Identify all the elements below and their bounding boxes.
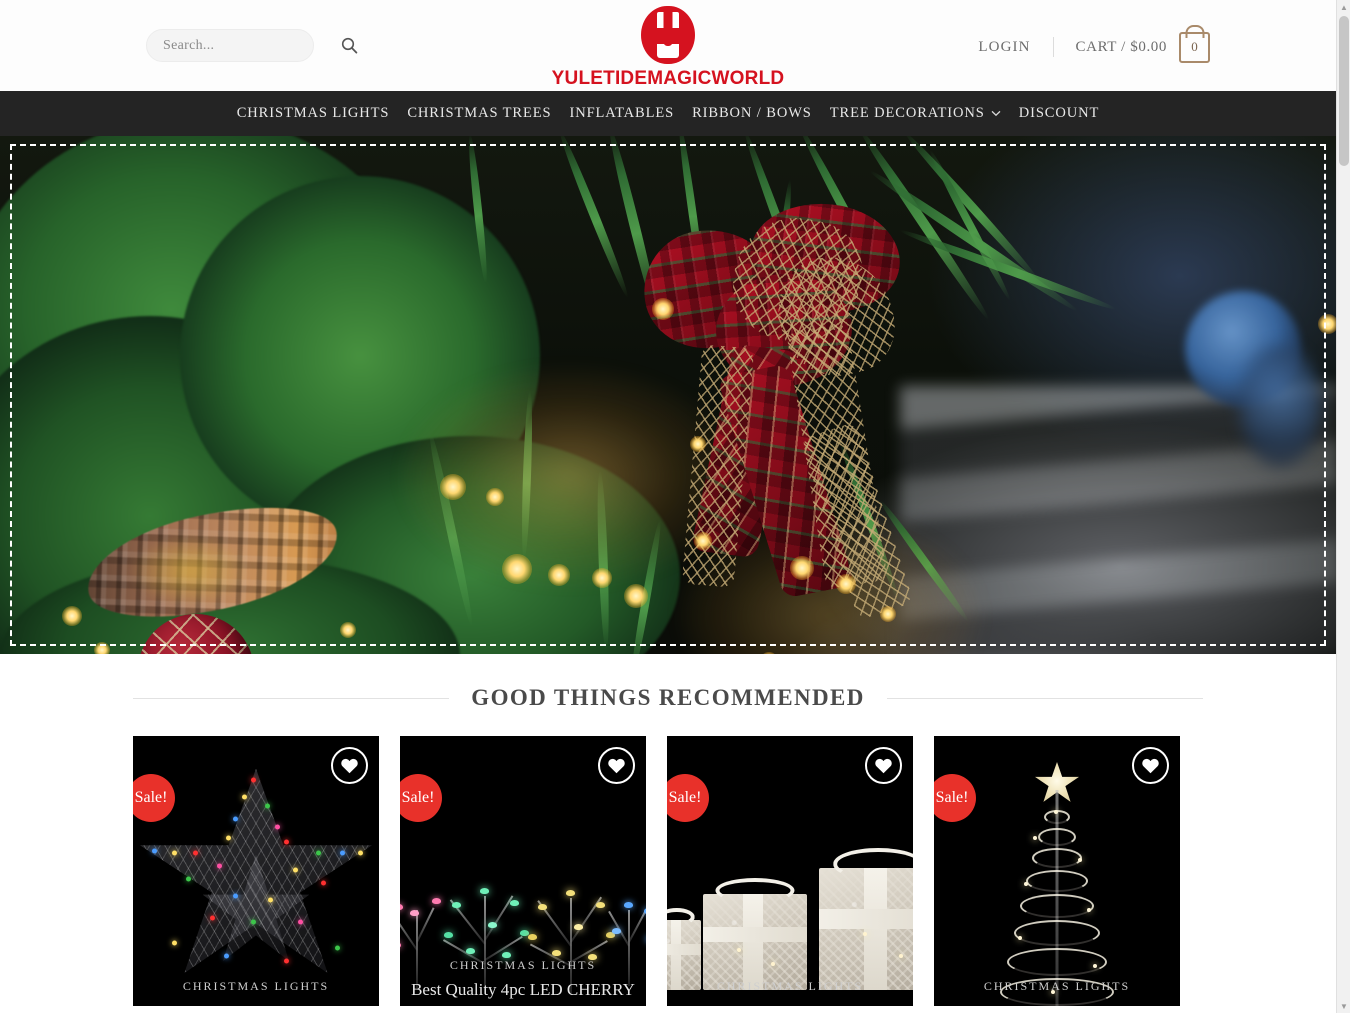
lit-star-art: [140, 768, 372, 984]
account-area: LOGIN CART / $0.00 0: [978, 30, 1210, 64]
nav-label: INFLATABLES: [569, 105, 675, 121]
scrollbar-thumb[interactable]: [1339, 16, 1349, 166]
product-category: CHRISTMAS LIGHTS: [182, 979, 330, 993]
product-category: CHRISTMAS LIGHTS: [983, 979, 1131, 993]
product-card[interactable]: Sale! CHRISTMAS LIGHTS: [133, 736, 379, 1006]
nav-item-discount[interactable]: DISCOUNT: [1010, 105, 1109, 122]
search-input[interactable]: [163, 37, 341, 54]
scroll-up-arrow-icon[interactable]: ▲: [1337, 0, 1350, 14]
nav-label: CHRISTMAS LIGHTS: [236, 105, 390, 121]
nav-label: RIBBON / BOWS: [692, 105, 812, 121]
nav-item-christmas-trees[interactable]: CHRISTMAS TREES: [398, 105, 560, 122]
nav-label: CHRISTMAS TREES: [407, 105, 552, 121]
logo-stem: [663, 12, 673, 46]
product-category: CHRISTMAS LIGHTS: [716, 979, 864, 993]
nav-label: TREE DECORATIONS: [829, 105, 985, 121]
chevron-down-icon: [991, 105, 1001, 122]
wishlist-heart-icon[interactable]: [1132, 747, 1169, 784]
wishlist-heart-icon[interactable]: [598, 747, 635, 784]
product-category: CHRISTMAS LIGHTS: [449, 958, 597, 972]
product-grid: Sale! CHRISTMAS LIGHTS Sale! CHRISTMAS L…: [133, 736, 1203, 1006]
heading-rule-left: [133, 697, 450, 699]
search-box[interactable]: [146, 29, 358, 62]
vertical-scrollbar[interactable]: ▲ ▼: [1336, 0, 1350, 1013]
nav-item-christmas-lights[interactable]: CHRISTMAS LIGHTS: [228, 105, 399, 122]
cherry-branch-gold: [528, 862, 615, 994]
nav-item-tree-decorations[interactable]: TREE DECORATIONS: [821, 105, 1010, 122]
logo-mark-icon: [641, 6, 695, 64]
product-card[interactable]: Sale! CHRISTMAS LIGHTS: [667, 736, 913, 1006]
product-card[interactable]: Sale! CHRISTMAS LIGHTS Best Quality 4pc …: [400, 736, 646, 1006]
wishlist-heart-icon[interactable]: [865, 747, 902, 784]
recommended-section: GOOD THINGS RECOMMENDED Sale! CHRISTMAS …: [0, 654, 1336, 1006]
section-heading: GOOD THINGS RECOMMENDED: [133, 685, 1204, 711]
heading-rule-right: [886, 697, 1204, 699]
page-title: GOOD THINGS RECOMMENDED: [471, 685, 865, 710]
search-icon[interactable]: [341, 36, 358, 56]
login-link[interactable]: LOGIN: [978, 37, 1054, 57]
cart-count-badge[interactable]: 0: [1179, 31, 1210, 63]
hero-banner[interactable]: [0, 136, 1336, 654]
nav-list: CHRISTMAS LIGHTS CHRISTMAS TREES INFLATA…: [228, 105, 1109, 122]
nav-item-ribbon-bows[interactable]: RIBBON / BOWS: [683, 105, 821, 122]
product-title[interactable]: Best Quality 4pc LED CHERRY: [400, 980, 646, 1000]
gift-box-large: [819, 848, 913, 990]
logo-wordmark: YULETIDEMAGICWORLD: [551, 68, 785, 89]
product-card[interactable]: Sale! CHRISTMAS LIGHTS: [934, 736, 1180, 1006]
logo-lower-cut: [657, 44, 679, 58]
hero-image: [0, 136, 1336, 654]
gift-box-medium: [703, 878, 807, 990]
nav-label: DISCOUNT: [1018, 105, 1100, 121]
scroll-down-arrow-icon[interactable]: ▼: [1337, 999, 1350, 1013]
nav-item-inflatables[interactable]: INFLATABLES: [560, 105, 683, 122]
cart-link[interactable]: CART / $0.00: [1054, 37, 1167, 57]
wishlist-heart-icon[interactable]: [331, 747, 368, 784]
main-navigation: CHRISTMAS LIGHTS CHRISTMAS TREES INFLATA…: [0, 91, 1336, 136]
spiral-tree-art: [982, 750, 1132, 1006]
cherry-branch-green: [442, 862, 530, 994]
page-root: YULETIDEMAGICWORLD LOGIN CART / $0.00 0 …: [0, 0, 1350, 1013]
site-header: YULETIDEMAGICWORLD LOGIN CART / $0.00 0: [0, 0, 1336, 91]
